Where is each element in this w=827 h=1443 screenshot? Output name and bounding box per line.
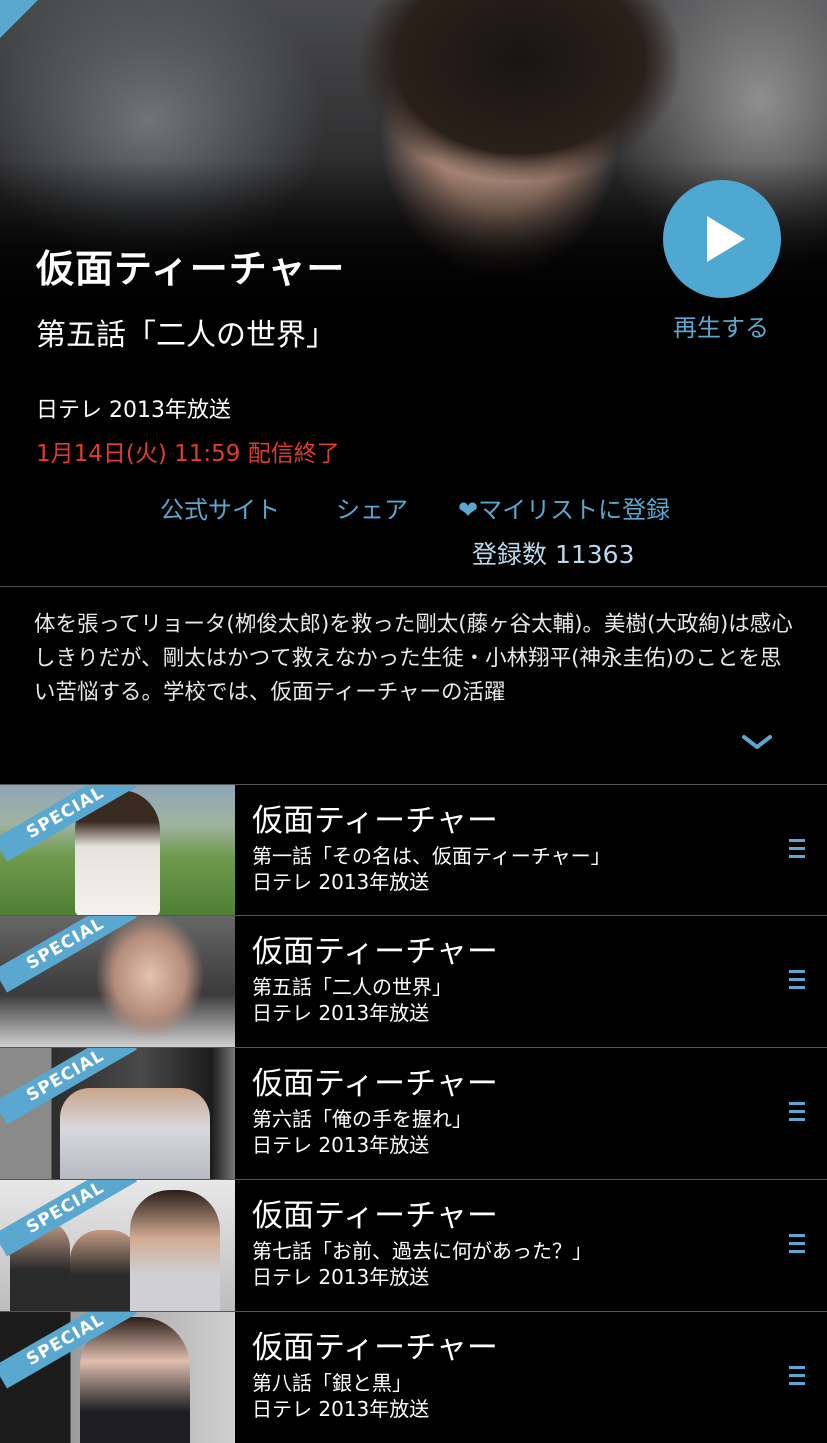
episode-meta: 日テレ 2013年放送: [252, 870, 430, 894]
share-link[interactable]: シェア: [336, 490, 408, 525]
add-mylist-link[interactable]: ❤マイリストに登録: [458, 490, 670, 525]
menu-icon[interactable]: [789, 1102, 805, 1122]
episode-description: 体を張ってリョータ(栁俊太郎)を救った剛太(藤ヶ谷太輔)。美樹(大政絢)は感心し…: [34, 612, 793, 705]
episode-thumbnail: SPECIAL: [0, 1180, 235, 1311]
special-badge: SPECIAL: [0, 916, 137, 993]
episode-thumbnail: SPECIAL: [0, 916, 235, 1047]
episode-meta: 日テレ 2013年放送: [252, 1001, 430, 1025]
episode-thumbnail: SPECIAL: [0, 1048, 235, 1179]
episode-thumbnail: SPECIAL: [0, 785, 235, 916]
episode-row[interactable]: SPECIAL 仮面ティーチャー 第六話「俺の手を握れ」 日テレ 2013年放送: [0, 1047, 827, 1179]
menu-icon[interactable]: [789, 1366, 805, 1386]
menu-icon[interactable]: [789, 970, 805, 990]
menu-icon[interactable]: [789, 839, 805, 859]
episode-row[interactable]: SPECIAL 仮面ティーチャー 第一話「その名は、仮面ティーチャー」 日テレ …: [0, 784, 827, 916]
episode-name: 第五話「二人の世界」: [252, 975, 452, 999]
episode-thumbnail: SPECIAL: [0, 1312, 235, 1443]
episode-row[interactable]: SPECIAL 仮面ティーチャー 第八話「銀と黒」 日テレ 2013年放送: [0, 1311, 827, 1443]
episode-series-title: 仮面ティーチャー: [252, 1198, 498, 1234]
play-button[interactable]: [663, 180, 781, 298]
episode-series-title: 仮面ティーチャー: [252, 1066, 498, 1102]
episode-meta: 日テレ 2013年放送: [252, 1265, 430, 1289]
hero-photo-subject: [360, 0, 680, 180]
episode-row[interactable]: SPECIAL 仮面ティーチャー 第五話「二人の世界」 日テレ 2013年放送: [0, 915, 827, 1047]
episode-row[interactable]: SPECIAL 仮面ティーチャー 第七話「お前、過去に何があった？」 日テレ 2…: [0, 1179, 827, 1311]
episode-meta: 日テレ 2013年放送: [252, 1397, 430, 1421]
official-site-link[interactable]: 公式サイト: [160, 490, 280, 525]
expire-notice: 1月14日(火) 11:59 配信終了: [36, 441, 340, 467]
divider: [0, 586, 827, 587]
menu-icon[interactable]: [789, 1234, 805, 1254]
program-title: 仮面ティーチャー: [36, 247, 346, 291]
episode-meta: 日テレ 2013年放送: [252, 1133, 430, 1157]
episode-series-title: 仮面ティーチャー: [252, 1330, 498, 1366]
episode-name: 第八話「銀と黒」: [252, 1371, 412, 1395]
broadcast-info: 日テレ 2013年放送: [36, 398, 231, 423]
episode-series-title: 仮面ティーチャー: [252, 803, 498, 839]
chevron-down-icon[interactable]: [741, 733, 773, 751]
episode-title: 第五話「二人の世界」: [36, 318, 336, 353]
episode-name: 第七話「お前、過去に何があった？」: [252, 1239, 592, 1263]
episode-name: 第六話「俺の手を握れ」: [252, 1107, 472, 1131]
corner-ribbon: [0, 0, 38, 38]
mylist-count: 登録数 11363: [472, 540, 635, 569]
episode-series-title: 仮面ティーチャー: [252, 934, 498, 970]
episode-name: 第一話「その名は、仮面ティーチャー」: [252, 844, 611, 868]
play-label[interactable]: 再生する: [663, 308, 779, 343]
